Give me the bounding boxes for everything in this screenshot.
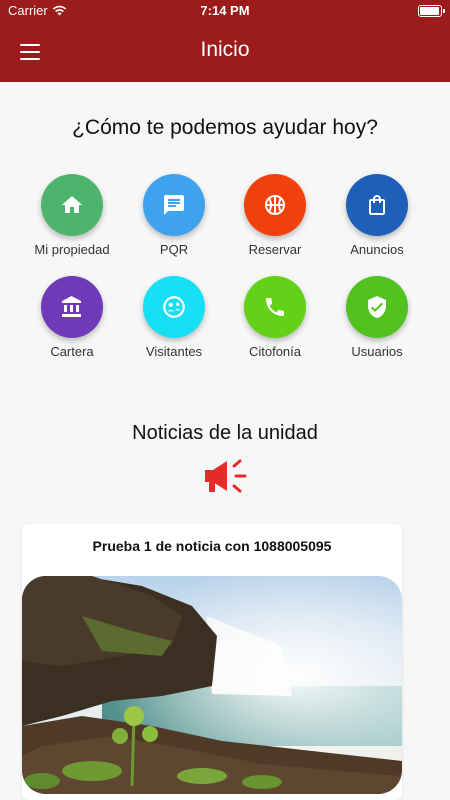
action-label: Visitantes — [145, 344, 203, 359]
home-icon — [62, 196, 82, 213]
action-circle — [143, 174, 205, 236]
shield-check-icon — [368, 296, 386, 318]
battery-icon — [418, 5, 445, 17]
visitor-icon — [163, 296, 185, 318]
phone-icon — [266, 298, 284, 316]
waterfall-image — [22, 576, 402, 794]
shopping-bag-icon — [369, 195, 385, 215]
action-circle — [244, 174, 306, 236]
news-card-title: Prueba 1 de noticia con 1088005095 — [92, 538, 332, 554]
action-circle — [346, 276, 408, 338]
action-label: Usuarios — [351, 344, 403, 359]
basketball-icon — [265, 195, 285, 215]
news-heading: Noticias de la unidad — [132, 422, 318, 444]
action-circle — [41, 174, 103, 236]
news-card[interactable]: Prueba 1 de noticia con 1088005095 — [22, 524, 402, 800]
action-label: Reservar — [248, 242, 302, 257]
status-time: 7:14 PM — [200, 3, 250, 18]
action-mi-propiedad[interactable]: Mi propiedad — [17, 174, 127, 257]
action-anuncios[interactable]: Anuncios — [322, 174, 432, 257]
bank-icon — [62, 296, 81, 317]
megaphone-icon — [205, 459, 247, 493]
action-cartera[interactable]: Cartera — [17, 276, 127, 359]
action-pqr[interactable]: PQR — [119, 174, 229, 257]
action-label: Mi propiedad — [34, 242, 110, 257]
action-label: Cartera — [50, 344, 94, 359]
action-label: Citofonía — [248, 344, 302, 359]
action-reservar[interactable]: Reservar — [220, 174, 330, 257]
status-bar: Carrier 7:14 PM — [0, 0, 450, 22]
action-visitantes[interactable]: Visitantes — [119, 276, 229, 359]
news-image — [22, 576, 402, 794]
action-citofonia[interactable]: Citofonía — [220, 276, 330, 359]
chat-icon — [164, 195, 184, 215]
help-heading: ¿Cómo te podemos ayudar hoy? — [72, 116, 378, 139]
action-circle — [346, 174, 408, 236]
action-label: Anuncios — [350, 242, 404, 257]
action-usuarios[interactable]: Usuarios — [322, 276, 432, 359]
action-circle — [143, 276, 205, 338]
action-circle — [244, 276, 306, 338]
action-circle — [41, 276, 103, 338]
app-bar: Carrier 7:14 PM Inicio — [0, 0, 450, 82]
action-label: PQR — [159, 242, 189, 257]
page-title: Inicio — [200, 38, 250, 61]
